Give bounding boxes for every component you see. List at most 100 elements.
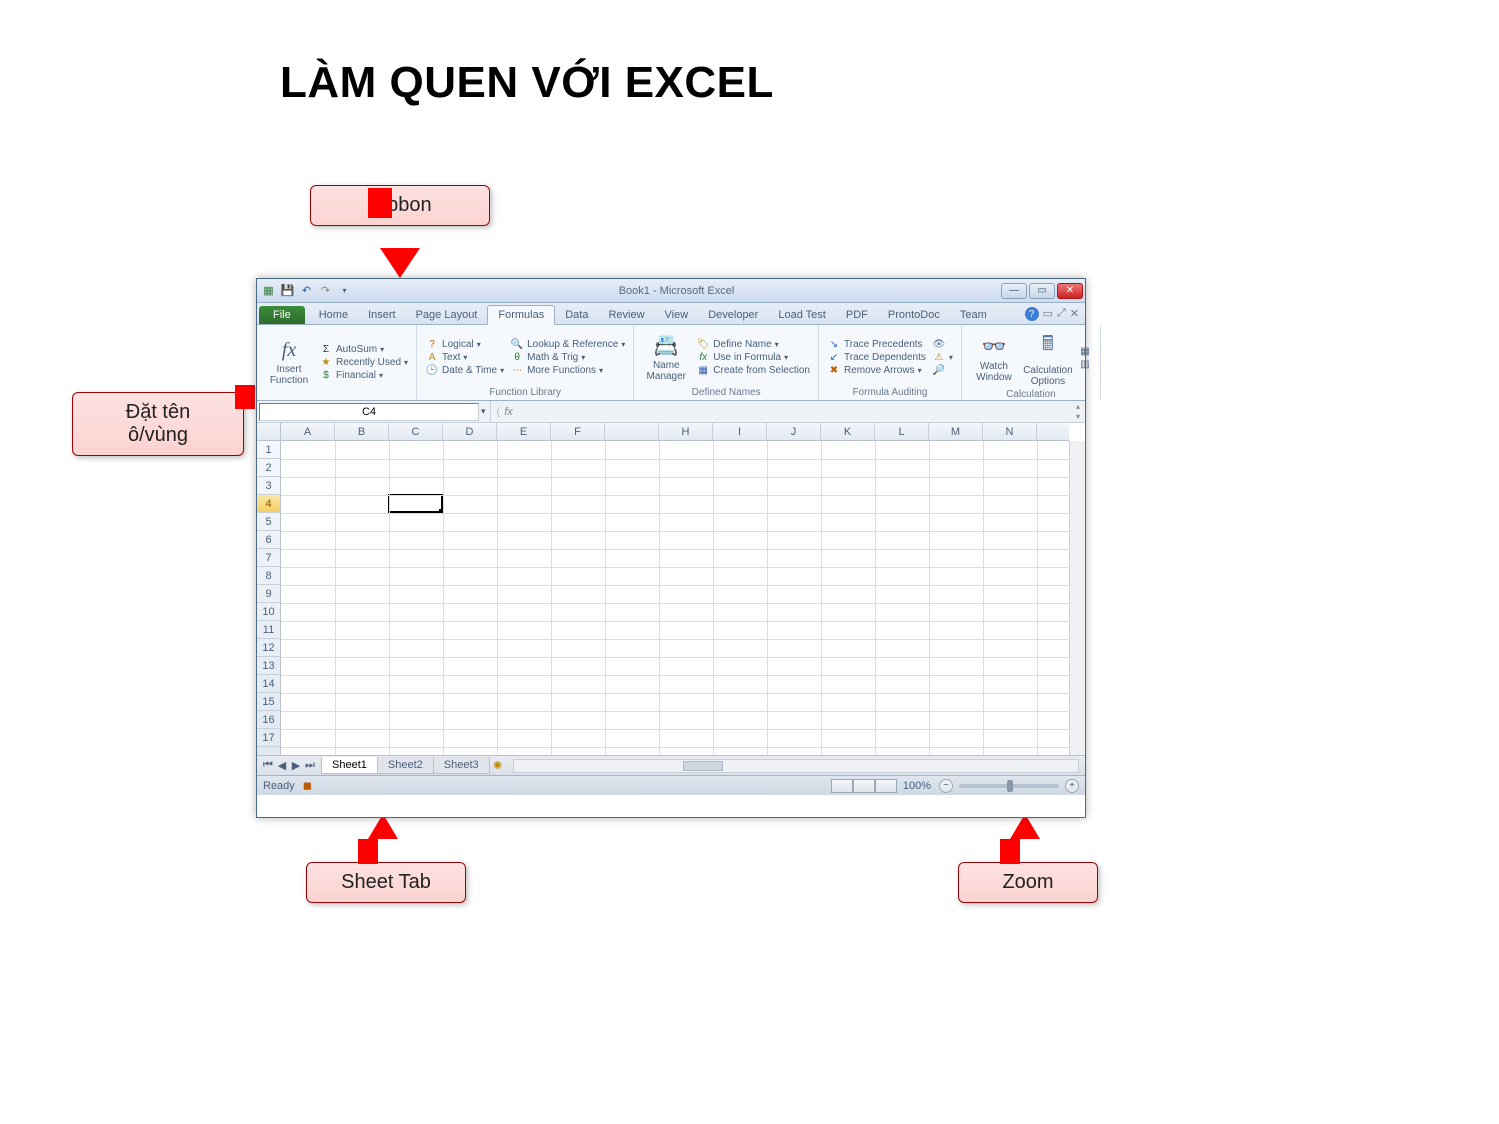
column-header[interactable]: H (659, 423, 713, 440)
tab-home[interactable]: Home (309, 306, 358, 324)
tab-view[interactable]: View (655, 306, 699, 324)
row-header[interactable]: 9 (257, 585, 280, 603)
tab-insert[interactable]: Insert (358, 306, 406, 324)
lookup-button[interactable]: 🔍Lookup & Reference ▾ (510, 339, 625, 350)
row-header[interactable]: 4 (257, 495, 280, 513)
vertical-scrollbar[interactable] (1069, 441, 1085, 755)
help-icon[interactable]: ? (1025, 307, 1039, 321)
evaluate-formula-icon[interactable]: 🔎 (932, 365, 953, 376)
row-header[interactable]: 10 (257, 603, 280, 621)
column-header[interactable]: F (551, 423, 605, 440)
row-header[interactable]: 3 (257, 477, 280, 495)
column-header[interactable]: A (281, 423, 335, 440)
view-page-layout-button[interactable] (853, 779, 875, 793)
formula-bar-expand[interactable]: ▴▾ (1071, 402, 1085, 421)
namebox-dropdown-icon[interactable]: ▾ (481, 406, 490, 417)
zoom-in-button[interactable]: + (1065, 779, 1079, 793)
calculation-options-button[interactable]: 🖩Calculation Options (1024, 329, 1072, 387)
selected-cell[interactable] (388, 494, 443, 513)
column-header[interactable]: D (443, 423, 497, 440)
view-normal-button[interactable] (831, 779, 853, 793)
tab-file[interactable]: File (259, 306, 305, 324)
macro-record-icon[interactable]: ◼ (303, 779, 312, 792)
column-header[interactable]: L (875, 423, 929, 440)
row-header[interactable]: 14 (257, 675, 280, 693)
sheet-tab-2[interactable]: Sheet2 (377, 757, 434, 774)
trace-dependents-button[interactable]: ↙Trace Dependents (827, 352, 926, 363)
autosum-button[interactable]: ΣAutoSum ▾ (319, 344, 408, 355)
tab-formulas[interactable]: Formulas (487, 305, 555, 325)
ribbon-min-icon[interactable]: ▭ (1043, 307, 1053, 321)
cancel-formula-icon[interactable]: ( (497, 406, 501, 418)
text-button[interactable]: AText ▾ (425, 352, 504, 363)
sheet-nav-prev[interactable]: ◀ (275, 759, 289, 772)
view-page-break-button[interactable] (875, 779, 897, 793)
ribbon-restore-icon[interactable]: ⤢ (1057, 307, 1066, 321)
sheet-nav-last[interactable]: ⏭ (303, 759, 317, 772)
error-check-icon[interactable]: ⚠▾ (932, 352, 953, 363)
date-time-button[interactable]: 🕒Date & Time ▾ (425, 365, 504, 376)
row-header[interactable]: 17 (257, 729, 280, 747)
column-header[interactable]: J (767, 423, 821, 440)
use-in-formula-button[interactable]: fxUse in Formula ▾ (696, 352, 810, 363)
watch-window-button[interactable]: 👓Watch Window (970, 329, 1018, 387)
name-manager-button[interactable]: 📇Name Manager (642, 329, 690, 385)
maximize-button[interactable]: ▭ (1029, 283, 1055, 299)
save-icon[interactable]: 💾 (280, 283, 295, 298)
row-header[interactable]: 2 (257, 459, 280, 477)
tab-developer[interactable]: Developer (698, 306, 768, 324)
recently-used-button[interactable]: ★Recently Used ▾ (319, 357, 408, 368)
name-box[interactable]: C4 (259, 403, 479, 421)
redo-icon[interactable]: ↷ (318, 283, 333, 298)
column-header[interactable]: M (929, 423, 983, 440)
new-sheet-button[interactable]: ✺ (489, 759, 507, 772)
calc-sheet-icon[interactable]: ▥ (1078, 359, 1092, 370)
column-header[interactable]: N (983, 423, 1037, 440)
insert-function-button[interactable]: fxInsert Function (265, 329, 313, 396)
define-name-button[interactable]: 🏷Define Name ▾ (696, 339, 810, 350)
row-header[interactable]: 8 (257, 567, 280, 585)
cells-area[interactable] (281, 441, 1069, 755)
row-header[interactable]: 7 (257, 549, 280, 567)
sheet-nav-next[interactable]: ▶ (289, 759, 303, 772)
minimize-button[interactable]: — (1001, 283, 1027, 299)
row-header[interactable]: 15 (257, 693, 280, 711)
more-functions-button[interactable]: ⋯More Functions ▾ (510, 365, 625, 376)
column-header[interactable]: E (497, 423, 551, 440)
tab-pdf[interactable]: PDF (836, 306, 878, 324)
row-header[interactable]: 16 (257, 711, 280, 729)
tab-review[interactable]: Review (598, 306, 654, 324)
row-header[interactable]: 12 (257, 639, 280, 657)
column-header[interactable]: K (821, 423, 875, 440)
calc-now-icon[interactable]: ▦ (1078, 346, 1092, 357)
tab-load-test[interactable]: Load Test (768, 306, 836, 324)
close-button[interactable]: ✕ (1057, 283, 1083, 299)
logical-button[interactable]: ?Logical ▾ (425, 339, 504, 350)
column-header[interactable]: I (713, 423, 767, 440)
math-trig-button[interactable]: θMath & Trig ▾ (510, 352, 625, 363)
fx-icon[interactable]: fx (504, 406, 513, 418)
select-all-corner[interactable] (257, 423, 281, 441)
column-header[interactable]: C (389, 423, 443, 440)
tab-prontodoc[interactable]: ProntoDoc (878, 306, 950, 324)
ribbon-close-icon[interactable]: ✕ (1070, 307, 1079, 321)
row-header[interactable]: 1 (257, 441, 280, 459)
row-header[interactable]: 5 (257, 513, 280, 531)
zoom-out-button[interactable]: − (939, 779, 953, 793)
tab-data[interactable]: Data (555, 306, 598, 324)
sheet-tab-3[interactable]: Sheet3 (433, 757, 490, 774)
row-header[interactable]: 11 (257, 621, 280, 639)
sheet-nav-first[interactable]: ⏮ (261, 759, 275, 772)
financial-button[interactable]: $Financial ▾ (319, 370, 408, 381)
column-header[interactable] (605, 423, 659, 440)
remove-arrows-button[interactable]: ✖Remove Arrows ▾ (827, 365, 926, 376)
formula-input[interactable] (519, 403, 1059, 421)
row-header[interactable]: 13 (257, 657, 280, 675)
column-header[interactable]: B (335, 423, 389, 440)
qat-dropdown-icon[interactable]: ▾ (337, 283, 352, 298)
sheet-tab-1[interactable]: Sheet1 (321, 757, 378, 774)
zoom-slider[interactable] (959, 784, 1059, 788)
trace-precedents-button[interactable]: ↘Trace Precedents (827, 339, 926, 350)
tab-team[interactable]: Team (950, 306, 997, 324)
row-header[interactable]: 6 (257, 531, 280, 549)
